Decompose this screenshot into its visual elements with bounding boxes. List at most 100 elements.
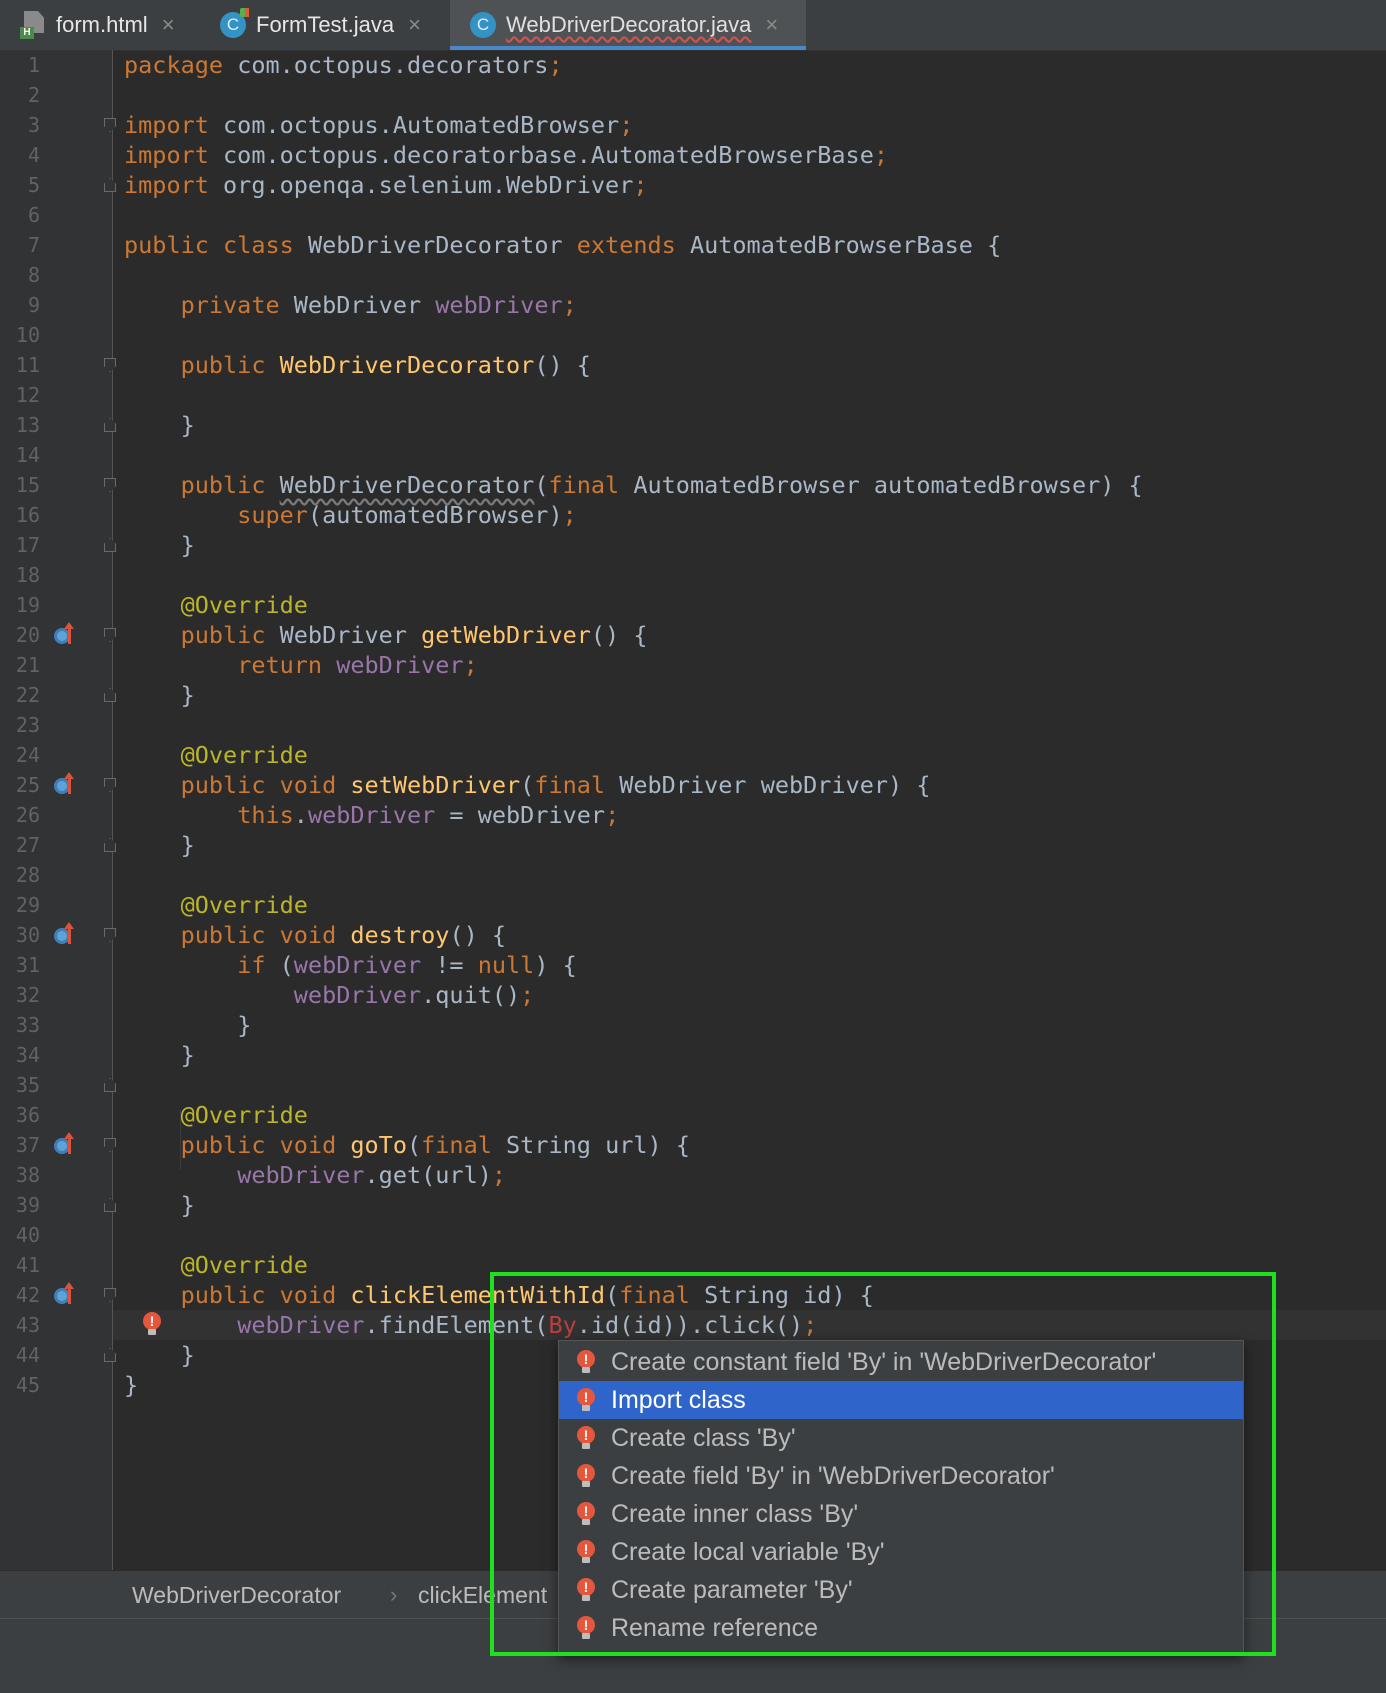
code-line: public void goTo(final String url) { — [180, 1131, 690, 1159]
tab-webdriverdecorator-java[interactable]: C WebDriverDecorator.java × — [450, 0, 806, 50]
line-number: 22 — [15, 683, 40, 707]
code-line: package com.octopus.decorators; — [124, 51, 563, 79]
line-number: 13 — [15, 413, 40, 437]
code-line: if (webDriver != null) { — [237, 951, 577, 979]
html-file-icon: H — [20, 11, 46, 39]
code-line: public void setWebDriver(final WebDriver… — [180, 771, 931, 799]
line-number: 21 — [15, 653, 40, 677]
line-number: 28 — [15, 863, 40, 887]
line-number: 10 — [15, 323, 40, 347]
line-number: 45 — [15, 1373, 40, 1397]
code-line: } — [180, 411, 195, 439]
line-number: 40 — [15, 1223, 40, 1247]
line-number: 20 — [15, 623, 40, 647]
line-number: 32 — [15, 983, 40, 1007]
line-number: 30 — [15, 923, 40, 947]
line-number: 2 — [27, 83, 40, 107]
line-number: 24 — [15, 743, 40, 767]
code-line: super(automatedBrowser); — [237, 501, 577, 529]
line-number: 26 — [15, 803, 40, 827]
fold-toggle-icon[interactable] — [104, 478, 116, 492]
close-icon[interactable]: × — [408, 12, 421, 38]
code-line: return webDriver; — [237, 651, 478, 679]
override-arrow-icon — [64, 772, 74, 794]
fold-toggle-icon[interactable] — [104, 358, 116, 372]
highlight-annotation-box — [490, 1272, 1276, 1656]
override-arrow-icon — [64, 622, 74, 644]
line-number: 38 — [15, 1163, 40, 1187]
tab-label: form.html — [56, 12, 148, 37]
fold-toggle-icon[interactable] — [104, 1348, 116, 1362]
line-number: 33 — [15, 1013, 40, 1037]
fold-toggle-icon[interactable] — [104, 1138, 116, 1152]
code-line: } — [180, 531, 195, 559]
code-line: } — [180, 1041, 195, 1069]
line-number: 39 — [15, 1193, 40, 1217]
code-line: webDriver.get(url); — [237, 1161, 507, 1189]
code-line: @Override — [180, 1101, 308, 1129]
line-number: 23 — [15, 713, 40, 737]
java-class-icon: C — [470, 12, 496, 38]
code-line: public WebDriver getWebDriver() { — [180, 621, 648, 649]
line-number: 14 — [15, 443, 40, 467]
code-line: } — [180, 831, 195, 859]
line-number: 4 — [27, 143, 40, 167]
line-number: 36 — [15, 1103, 40, 1127]
line-number: 7 — [27, 233, 40, 257]
editor-tab-bar: H form.html × C FormTest.java × C WebDri… — [0, 0, 1386, 51]
line-number: 35 — [15, 1073, 40, 1097]
code-line: public class WebDriverDecorator extends … — [124, 231, 1002, 259]
code-line: import com.octopus.decoratorbase.Automat… — [124, 141, 889, 169]
fold-toggle-icon[interactable] — [104, 178, 116, 192]
code-line: @Override — [180, 1251, 308, 1279]
fold-toggle-icon[interactable] — [104, 418, 116, 432]
line-number: 43 — [15, 1313, 40, 1337]
code-line: this.webDriver = webDriver; — [237, 801, 620, 829]
line-number: 6 — [27, 203, 40, 227]
breadcrumb-separator: › — [390, 1582, 398, 1607]
close-icon[interactable]: × — [162, 12, 175, 38]
fold-toggle-icon[interactable] — [104, 928, 116, 942]
line-number: 8 — [27, 263, 40, 287]
code-line: import com.octopus.AutomatedBrowser; — [124, 111, 634, 139]
code-line: } — [124, 1371, 139, 1399]
line-number: 31 — [15, 953, 40, 977]
line-number: 25 — [15, 773, 40, 797]
fold-toggle-icon[interactable] — [104, 118, 116, 132]
code-line: @Override — [180, 891, 308, 919]
code-line: public WebDriverDecorator(final Automate… — [180, 471, 1143, 499]
code-line: webDriver.quit(); — [293, 981, 535, 1009]
line-number: 11 — [15, 353, 40, 377]
line-number: 41 — [15, 1253, 40, 1277]
line-number: 17 — [15, 533, 40, 557]
code-line: } — [237, 1011, 252, 1039]
fold-toggle-icon[interactable] — [104, 778, 116, 792]
fold-toggle-icon[interactable] — [104, 838, 116, 852]
line-number: 16 — [15, 503, 40, 527]
code-line: @Override — [180, 741, 308, 769]
tab-formtest-java[interactable]: C FormTest.java × — [200, 0, 450, 50]
tab-form-html[interactable]: H form.html × — [0, 0, 200, 50]
line-number: 9 — [27, 293, 40, 317]
close-icon[interactable]: × — [765, 12, 778, 38]
breadcrumb-item[interactable]: WebDriverDecorator — [132, 1571, 341, 1619]
line-number: 37 — [15, 1133, 40, 1157]
override-arrow-icon — [64, 1132, 74, 1154]
fold-toggle-icon[interactable] — [104, 538, 116, 552]
line-number: 27 — [15, 833, 40, 857]
line-number: 3 — [27, 113, 40, 137]
line-number: 29 — [15, 893, 40, 917]
code-line: public WebDriverDecorator() { — [180, 351, 591, 379]
code-line: } — [180, 1191, 195, 1219]
fold-toggle-icon[interactable] — [104, 1198, 116, 1212]
tab-label: FormTest.java — [256, 12, 395, 37]
fold-toggle-icon[interactable] — [104, 628, 116, 642]
fold-toggle-icon[interactable] — [104, 688, 116, 702]
override-arrow-icon — [64, 1282, 74, 1304]
code-line: private WebDriver webDriver; — [180, 291, 577, 319]
fold-toggle-icon[interactable] — [104, 1288, 116, 1302]
line-number: 1 — [27, 53, 40, 77]
line-number: 34 — [15, 1043, 40, 1067]
fold-toggle-icon[interactable] — [104, 1078, 116, 1092]
override-arrow-icon — [64, 922, 74, 944]
